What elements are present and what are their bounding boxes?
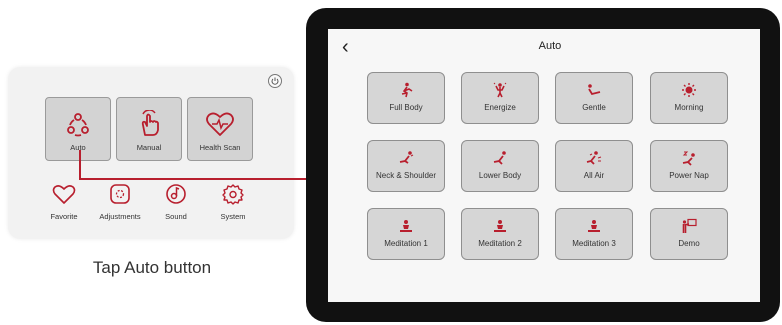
tile-label: Lower Body	[478, 171, 522, 180]
lower-body-icon	[493, 151, 506, 165]
meditation-icon	[588, 220, 600, 232]
tile-power-nap[interactable]: Power Nap	[650, 140, 728, 192]
auto-button[interactable]: Auto	[45, 97, 111, 161]
system-button[interactable]: System	[203, 183, 263, 221]
sound-button[interactable]: Sound	[146, 183, 206, 221]
tile-label: Meditation 2	[478, 239, 522, 248]
health-scan-button[interactable]: Health Scan	[187, 97, 253, 161]
tile-label: Meditation 1	[384, 239, 428, 248]
heart-icon	[52, 185, 76, 204]
presenter-icon	[682, 218, 697, 233]
tile-label: Gentle	[582, 103, 606, 112]
page-title: Auto	[538, 40, 562, 52]
gear-icon	[222, 184, 244, 205]
sun-icon	[682, 83, 696, 97]
tile-label: All Air	[583, 171, 605, 180]
tile-label: Power Nap	[669, 171, 709, 180]
power-button[interactable]	[268, 74, 282, 88]
manual-label: Manual	[136, 143, 162, 152]
tile-all-air[interactable]: All Air	[555, 140, 633, 192]
connector-line-vertical	[79, 150, 81, 180]
tile-demo[interactable]: Demo	[650, 208, 728, 260]
connector-line-horizontal	[79, 178, 315, 180]
tile-label: Demo	[678, 239, 700, 248]
adjustments-button[interactable]: Adjustments	[90, 183, 150, 221]
power-nap-icon	[682, 151, 695, 166]
sound-icon	[166, 184, 186, 204]
tile-meditation-2[interactable]: Meditation 2	[461, 208, 539, 260]
tile-label: Energize	[484, 103, 516, 112]
tile-morning[interactable]: Morning	[650, 72, 728, 124]
tile-label: Morning	[674, 103, 704, 112]
auto-icon	[67, 113, 89, 137]
manual-button[interactable]: Manual	[116, 97, 182, 161]
power-icon	[271, 77, 279, 85]
favorite-button[interactable]: Favorite	[34, 183, 94, 221]
health-scan-label: Health Scan	[199, 143, 241, 152]
caption-text: Tap Auto button	[92, 258, 212, 277]
tile-full-body[interactable]: Full Body	[367, 72, 445, 124]
gentle-icon	[588, 84, 601, 96]
sound-label: Sound	[165, 212, 187, 221]
tile-energize[interactable]: Energize	[461, 72, 539, 124]
hand-icon	[141, 110, 159, 136]
tile-label: Neck & Shoulder	[375, 171, 437, 180]
back-button[interactable]: ‹	[342, 36, 349, 59]
tile-label: Full Body	[389, 103, 423, 112]
tile-meditation-1[interactable]: Meditation 1	[367, 208, 445, 260]
meditation-icon	[400, 220, 412, 232]
tile-gentle[interactable]: Gentle	[555, 72, 633, 124]
full-body-icon	[401, 82, 413, 98]
favorite-label: Favorite	[50, 212, 78, 221]
heart-pulse-icon	[206, 112, 234, 136]
neck-shoulder-icon	[399, 151, 414, 164]
system-label: System	[220, 212, 246, 221]
auto-label: Auto	[70, 143, 86, 152]
tile-lower-body[interactable]: Lower Body	[461, 140, 539, 192]
all-air-icon	[586, 151, 602, 165]
energize-icon	[493, 82, 507, 98]
meditation-icon	[494, 220, 506, 232]
tile-neck-shoulder[interactable]: Neck & Shoulder	[367, 140, 445, 192]
tile-meditation-3[interactable]: Meditation 3	[555, 208, 633, 260]
adjustments-label: Adjustments	[99, 212, 141, 221]
adjustments-icon	[110, 184, 130, 204]
tile-label: Meditation 3	[572, 239, 616, 248]
